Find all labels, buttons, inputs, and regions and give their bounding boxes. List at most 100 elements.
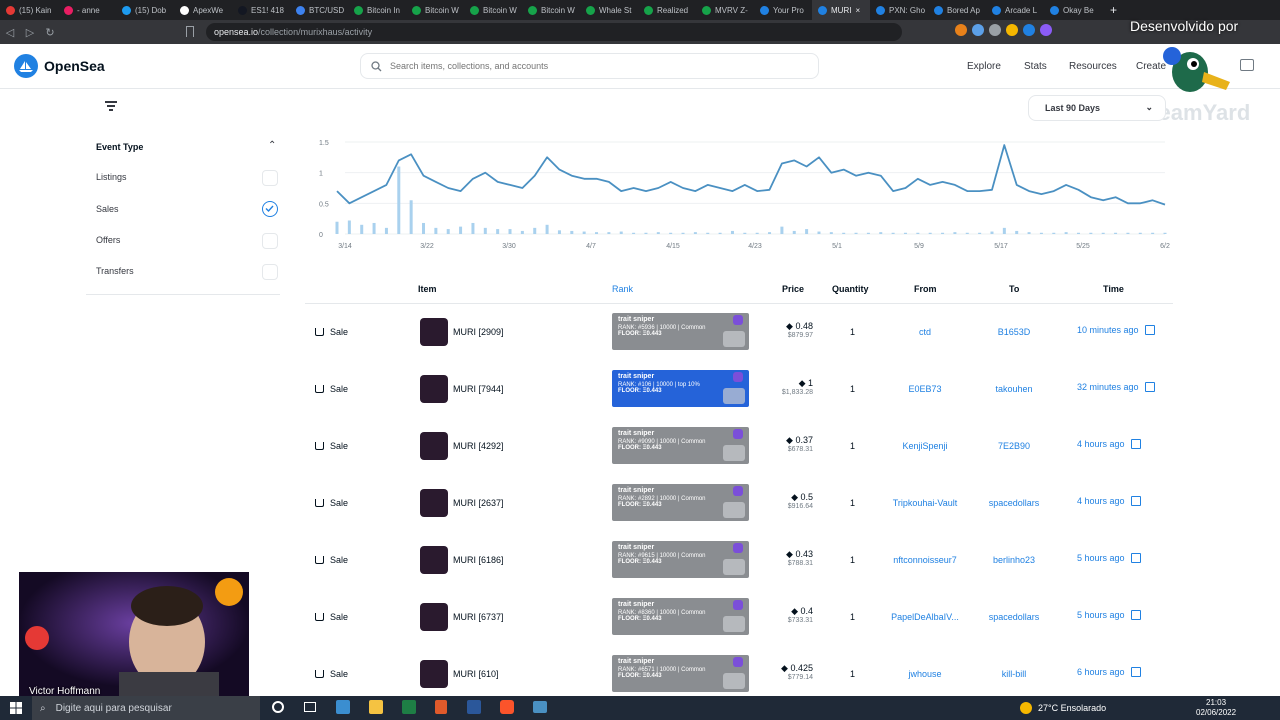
excel-icon[interactable] <box>402 700 416 714</box>
checkbox[interactable] <box>262 264 278 280</box>
event-type-option[interactable]: Offers <box>96 233 278 251</box>
to-address[interactable]: takouhen <box>959 384 1069 394</box>
extension-icon[interactable] <box>972 24 984 36</box>
app-icon[interactable] <box>533 701 547 713</box>
event-type-option[interactable]: Transfers <box>96 264 278 282</box>
brave-browser-icon[interactable] <box>500 700 514 714</box>
nft-thumbnail[interactable] <box>420 432 448 460</box>
to-address[interactable]: 7E2B90 <box>959 441 1069 451</box>
buy-cart-button[interactable] <box>723 445 745 461</box>
close-tab-icon[interactable]: × <box>855 6 860 15</box>
browser-tab[interactable]: Your Pro <box>754 0 812 20</box>
new-tab-button[interactable]: + <box>1102 3 1125 17</box>
to-address[interactable]: spacedollars <box>959 612 1069 622</box>
time-link[interactable]: 32 minutes ago <box>1077 382 1155 392</box>
rank-card[interactable]: trait sniper RANK: #2892 | 10000 | Commo… <box>612 484 749 521</box>
search-input[interactable] <box>390 61 790 71</box>
browser-tab[interactable]: (15) Dob <box>116 0 174 20</box>
time-link[interactable]: 10 minutes ago <box>1077 325 1155 335</box>
browser-tab[interactable]: Bitcoin W <box>522 0 580 20</box>
nft-thumbnail[interactable] <box>420 489 448 517</box>
nft-thumbnail[interactable] <box>420 546 448 574</box>
browser-tab[interactable]: ApexWe <box>174 0 232 20</box>
browser-tab[interactable]: Realized <box>638 0 696 20</box>
time-link[interactable]: 6 hours ago <box>1077 667 1141 677</box>
task-view-icon[interactable] <box>304 702 316 712</box>
taskbar-clock[interactable]: 21:03 02/06/2022 <box>1196 698 1236 718</box>
item-name[interactable]: MURI [6737] <box>453 612 504 622</box>
reload-icon[interactable]: ↻ <box>40 26 60 39</box>
item-name[interactable]: MURI [6186] <box>453 555 504 565</box>
rank-card[interactable]: trait sniper RANK: #5936 | 10000 | Commo… <box>612 313 749 350</box>
item-name[interactable]: MURI [4292] <box>453 441 504 451</box>
rank-card[interactable]: trait sniper RANK: #6571 | 10000 | Commo… <box>612 655 749 692</box>
app-icon[interactable] <box>336 700 350 714</box>
forward-icon[interactable]: ▷ <box>20 26 40 39</box>
rank-card[interactable]: trait sniper RANK: #9090 | 10000 | Commo… <box>612 427 749 464</box>
to-address[interactable]: berlinho23 <box>959 555 1069 565</box>
browser-tab[interactable]: (15) Kain <box>0 0 58 20</box>
bookmark-icon[interactable] <box>186 26 194 37</box>
time-link[interactable]: 5 hours ago <box>1077 553 1141 563</box>
cortana-icon[interactable] <box>272 701 284 713</box>
browser-tab[interactable]: Bitcoin In <box>348 0 406 20</box>
time-link[interactable]: 4 hours ago <box>1077 496 1141 506</box>
time-link[interactable]: 4 hours ago <box>1077 439 1141 449</box>
back-icon[interactable]: ◁ <box>0 26 20 39</box>
nav-resources[interactable]: Resources <box>1069 61 1117 72</box>
file-explorer-icon[interactable] <box>369 700 383 714</box>
to-address[interactable]: kill-bill <box>959 669 1069 679</box>
search-bar[interactable] <box>360 53 819 79</box>
item-name[interactable]: MURI [2909] <box>453 327 504 337</box>
browser-tab[interactable]: PXN: Gho <box>870 0 928 20</box>
item-name[interactable]: MURI [2637] <box>453 498 504 508</box>
nft-thumbnail[interactable] <box>420 318 448 346</box>
buy-cart-button[interactable] <box>723 502 745 518</box>
browser-tab[interactable]: MVRV Z- <box>696 0 754 20</box>
checkbox[interactable] <box>262 170 278 186</box>
buy-cart-button[interactable] <box>723 388 745 404</box>
event-type-option[interactable]: Listings <box>96 170 278 188</box>
word-icon[interactable] <box>467 700 481 714</box>
browser-tab[interactable]: Whale St <box>580 0 638 20</box>
nav-explore[interactable]: Explore <box>967 61 1001 72</box>
browser-tab[interactable]: Bitcoin W <box>406 0 464 20</box>
windows-start-icon[interactable] <box>10 702 22 714</box>
buy-cart-button[interactable] <box>723 331 745 347</box>
extension-icon[interactable] <box>1023 24 1035 36</box>
metamask-extension-icon[interactable] <box>955 24 967 36</box>
browser-tab[interactable]: ES1! 418 <box>232 0 290 20</box>
extension-icon[interactable] <box>1040 24 1052 36</box>
event-type-option[interactable]: Sales <box>96 201 278 220</box>
browser-tab[interactable]: MURI × <box>812 0 870 20</box>
nav-stats[interactable]: Stats <box>1024 61 1047 72</box>
chevron-up-icon[interactable]: ⌃ <box>268 140 276 151</box>
browser-tab[interactable]: Arcade L <box>986 0 1044 20</box>
browser-tab[interactable]: BTC/USD <box>290 0 348 20</box>
extension-icon[interactable] <box>989 24 1001 36</box>
browser-tab[interactable]: Bitcoin W <box>464 0 522 20</box>
rank-card[interactable]: trait sniper RANK: #106 | 10000 | top 10… <box>612 370 749 407</box>
rank-card[interactable]: trait sniper RANK: #8360 | 10000 | Commo… <box>612 598 749 635</box>
th-rank[interactable]: Rank <box>612 284 633 294</box>
item-name[interactable]: MURI [610] <box>453 669 499 679</box>
nft-thumbnail[interactable] <box>420 660 448 688</box>
to-address[interactable]: spacedollars <box>959 498 1069 508</box>
item-name[interactable]: MURI [7944] <box>453 384 504 394</box>
buy-cart-button[interactable] <box>723 559 745 575</box>
wallet-icon[interactable] <box>1240 59 1254 71</box>
rank-card[interactable]: trait sniper RANK: #9615 | 10000 | Commo… <box>612 541 749 578</box>
browser-tab[interactable]: Bored Ap <box>928 0 986 20</box>
extension-icon[interactable] <box>1006 24 1018 36</box>
time-link[interactable]: 5 hours ago <box>1077 610 1141 620</box>
nft-thumbnail[interactable] <box>420 603 448 631</box>
browser-tab[interactable]: Okay Be <box>1044 0 1102 20</box>
browser-tab[interactable]: - anne <box>58 0 116 20</box>
taskbar-search[interactable]: ⌕ Digite aqui para pesquisar <box>32 696 260 720</box>
nft-thumbnail[interactable] <box>420 375 448 403</box>
date-range-select[interactable]: Last 90 Days ⌄ <box>1028 95 1166 121</box>
checkbox[interactable] <box>262 233 278 249</box>
app-icon[interactable] <box>435 700 447 714</box>
buy-cart-button[interactable] <box>723 673 745 689</box>
opensea-logo[interactable]: OpenSea <box>14 54 105 78</box>
